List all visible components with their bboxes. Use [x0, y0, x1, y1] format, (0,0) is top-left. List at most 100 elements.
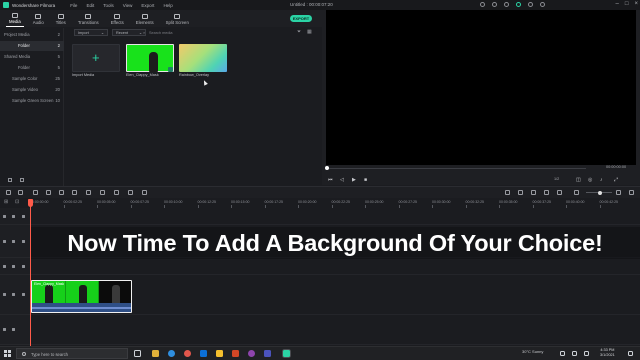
- fullscreen-icon[interactable]: ⤢: [614, 176, 618, 184]
- headset-icon[interactable]: [516, 2, 521, 7]
- media-app-icon[interactable]: [248, 350, 255, 357]
- volume-icon[interactable]: ♪: [600, 176, 603, 184]
- track-visibility-icon[interactable]: [12, 214, 15, 218]
- voiceover-icon[interactable]: [531, 190, 536, 195]
- zoom-in-icon[interactable]: [616, 190, 621, 195]
- audio-mixer-icon[interactable]: [128, 190, 133, 195]
- taskbar-search-input[interactable]: Type here to search: [16, 348, 128, 359]
- track-lock-icon[interactable]: [3, 328, 6, 331]
- track-mute-icon[interactable]: [22, 214, 25, 218]
- filter-icon[interactable]: ⏷: [297, 29, 301, 35]
- track-visibility-icon[interactable]: [12, 239, 15, 243]
- preview-screen[interactable]: [326, 10, 636, 165]
- snap-icon[interactable]: [544, 190, 549, 195]
- minimize-icon[interactable]: –: [616, 1, 619, 7]
- windows-start-icon[interactable]: [4, 350, 11, 357]
- snapshot-icon[interactable]: ◎: [588, 176, 592, 184]
- sidebar-item-sample-color[interactable]: Sample Color 25: [0, 74, 64, 84]
- redo-icon[interactable]: [18, 190, 23, 195]
- marker-icon[interactable]: [518, 190, 523, 195]
- folder-icon[interactable]: [20, 178, 24, 182]
- maximize-icon[interactable]: □: [625, 1, 629, 7]
- track-lane-2[interactable]: [30, 258, 640, 275]
- delete-icon[interactable]: [33, 190, 38, 195]
- track-lane-audio[interactable]: [30, 315, 640, 345]
- menu-export[interactable]: Export: [141, 3, 154, 8]
- track-speaker-icon[interactable]: [12, 328, 15, 331]
- render-preview-icon[interactable]: [505, 190, 510, 195]
- track-lane-4[interactable]: [30, 208, 640, 225]
- play-icon[interactable]: ▶: [352, 176, 356, 184]
- weather-widget[interactable]: 30°C Sunny: [522, 349, 543, 354]
- undo-icon[interactable]: [6, 190, 11, 195]
- lightbulb-icon[interactable]: [480, 2, 485, 7]
- sidebar-item-shared-media[interactable]: Shared Media 5: [0, 52, 64, 62]
- crop-icon[interactable]: [59, 190, 64, 195]
- mail-app-icon[interactable]: [200, 350, 207, 357]
- speaker-icon[interactable]: [572, 351, 577, 356]
- track-lock-icon[interactable]: [3, 214, 6, 218]
- grid-view-icon[interactable]: ▦: [307, 29, 312, 35]
- motion-tracking-icon[interactable]: [557, 190, 562, 195]
- tab-transitions[interactable]: Transitions: [75, 14, 102, 27]
- sort-dropdown[interactable]: Recent ⌄: [112, 29, 146, 36]
- preview-ratio[interactable]: 1/2: [554, 177, 559, 181]
- fit-timeline-icon[interactable]: [629, 190, 634, 195]
- sidebar-item-project-media[interactable]: Project Media 2: [0, 30, 64, 40]
- account-icon[interactable]: [492, 2, 497, 7]
- tab-media[interactable]: Media: [6, 13, 24, 27]
- menu-help[interactable]: Help: [163, 3, 172, 8]
- notifications-icon[interactable]: [628, 351, 633, 356]
- zoom-slider[interactable]: [586, 190, 612, 195]
- export-button[interactable]: EXPORT: [290, 15, 312, 22]
- cloud-icon[interactable]: [528, 2, 533, 7]
- wifi-icon[interactable]: [560, 351, 565, 356]
- zoom-slider-knob[interactable]: [598, 190, 602, 195]
- timeline-ruler[interactable]: ⊞ ⊡ 00:00:00:00 00:00:02:25 00:00:05:00 00:…: [0, 198, 640, 208]
- keyframe-icon[interactable]: [100, 190, 105, 195]
- menu-edit[interactable]: Edit: [86, 3, 94, 8]
- store-icon[interactable]: [216, 350, 223, 357]
- tab-split-screen[interactable]: Split Screen: [163, 14, 192, 27]
- preview-scrubber[interactable]: [325, 166, 586, 170]
- zoom-out-icon[interactable]: [574, 190, 579, 195]
- cut-icon[interactable]: [46, 190, 51, 195]
- track-visibility-icon[interactable]: [12, 264, 15, 268]
- menu-tools[interactable]: Tools: [103, 3, 114, 8]
- playhead-handle[interactable]: [27, 199, 33, 207]
- import-media-card[interactable]: + Import Media: [72, 44, 120, 80]
- speed-icon[interactable]: [72, 190, 77, 195]
- tab-effects[interactable]: Effects: [108, 14, 127, 27]
- media-search-input[interactable]: ⌕ Search media: [143, 30, 273, 37]
- media-item-green-screen[interactable]: Elen_Clappy_Mask: [126, 44, 174, 80]
- office-icon[interactable]: [232, 350, 239, 357]
- close-icon[interactable]: ×: [634, 1, 638, 7]
- new-folder-icon[interactable]: [8, 178, 12, 182]
- track-mute-icon[interactable]: [22, 293, 25, 296]
- tab-elements[interactable]: Elements: [133, 14, 157, 27]
- track-mute-icon[interactable]: [22, 239, 25, 243]
- tab-titles[interactable]: Titles: [53, 14, 69, 27]
- timeline-clip[interactable]: Elen_Clappy_Mask: [31, 280, 132, 313]
- playhead[interactable]: [27, 199, 33, 347]
- settings-icon[interactable]: [142, 190, 147, 195]
- add-track-icon[interactable]: ⊞: [4, 199, 8, 205]
- battery-icon[interactable]: [584, 351, 589, 356]
- media-item-rainbow-overlay[interactable]: Rainbow_Overlay: [179, 44, 227, 80]
- edge-icon[interactable]: [168, 350, 175, 357]
- track-mute-icon[interactable]: [22, 264, 25, 268]
- track-visibility-icon[interactable]: [12, 293, 15, 296]
- sidebar-item-folder[interactable]: Folder 2: [0, 41, 64, 51]
- track-lock-icon[interactable]: [3, 293, 6, 296]
- frame-back-icon[interactable]: ◁: [340, 176, 344, 184]
- mail-icon[interactable]: [504, 2, 509, 7]
- teams-icon[interactable]: [264, 350, 271, 357]
- stop-icon[interactable]: ■: [364, 176, 367, 184]
- render-icon[interactable]: ◫: [576, 176, 581, 184]
- import-dropdown[interactable]: Import ⌄: [74, 29, 108, 36]
- scrubber-knob[interactable]: [325, 166, 329, 170]
- track-lock-icon[interactable]: [3, 264, 6, 268]
- sidebar-item-sample-green-screen[interactable]: Sample Green Screen 10: [0, 96, 64, 106]
- color-icon[interactable]: [86, 190, 91, 195]
- link-icon[interactable]: ⊡: [15, 199, 19, 205]
